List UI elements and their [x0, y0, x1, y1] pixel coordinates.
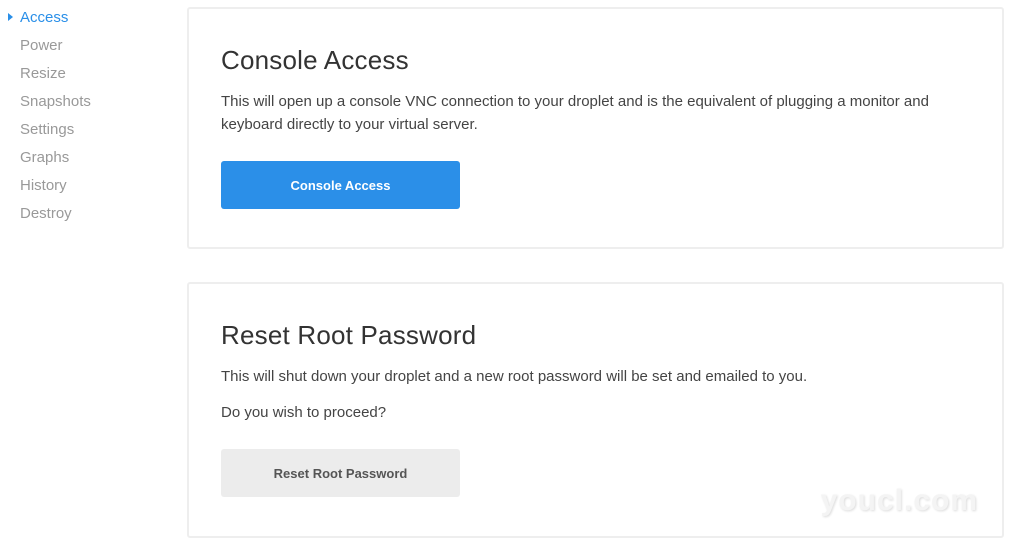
sidebar-item-power[interactable]: Power	[0, 32, 180, 60]
reset-root-password-panel: Reset Root Password This will shut down …	[187, 282, 1004, 538]
sidebar-item-settings[interactable]: Settings	[0, 116, 180, 144]
sidebar-item-snapshots[interactable]: Snapshots	[0, 88, 180, 116]
console-access-title: Console Access	[221, 45, 409, 75]
sidebar-item-history[interactable]: History	[0, 172, 180, 200]
sidebar-item-label: Graphs	[20, 149, 70, 166]
sidebar-item-label: Resize	[20, 65, 66, 82]
watermark: youcl.com	[820, 484, 978, 517]
sidebar-item-label: Access	[20, 9, 69, 26]
reset-root-password-question: Do you wish to proceed?	[221, 404, 387, 421]
sidebar-item-label: Snapshots	[20, 93, 91, 110]
console-access-panel: Console Access This will open up a conso…	[187, 7, 1004, 249]
console-access-button[interactable]: Console Access	[221, 161, 460, 209]
sidebar-item-destroy[interactable]: Destroy	[0, 200, 180, 228]
sidebar-item-label: History	[20, 177, 67, 194]
console-access-description: This will open up a console VNC connecti…	[221, 93, 929, 133]
sidebar-nav: Access Power Resize Snapshots Settings G…	[0, 0, 180, 228]
sidebar-item-label: Destroy	[20, 205, 72, 222]
sidebar-item-label: Power	[20, 37, 63, 54]
sidebar-item-graphs[interactable]: Graphs	[0, 144, 180, 172]
reset-root-password-title: Reset Root Password	[221, 320, 477, 350]
sidebar-item-resize[interactable]: Resize	[0, 60, 180, 88]
sidebar-item-access[interactable]: Access	[0, 4, 180, 32]
reset-root-password-description: This will shut down your droplet and a n…	[221, 368, 808, 385]
reset-root-password-button[interactable]: Reset Root Password	[221, 449, 460, 497]
sidebar-item-label: Settings	[20, 121, 75, 138]
caret-right-icon	[8, 13, 13, 21]
